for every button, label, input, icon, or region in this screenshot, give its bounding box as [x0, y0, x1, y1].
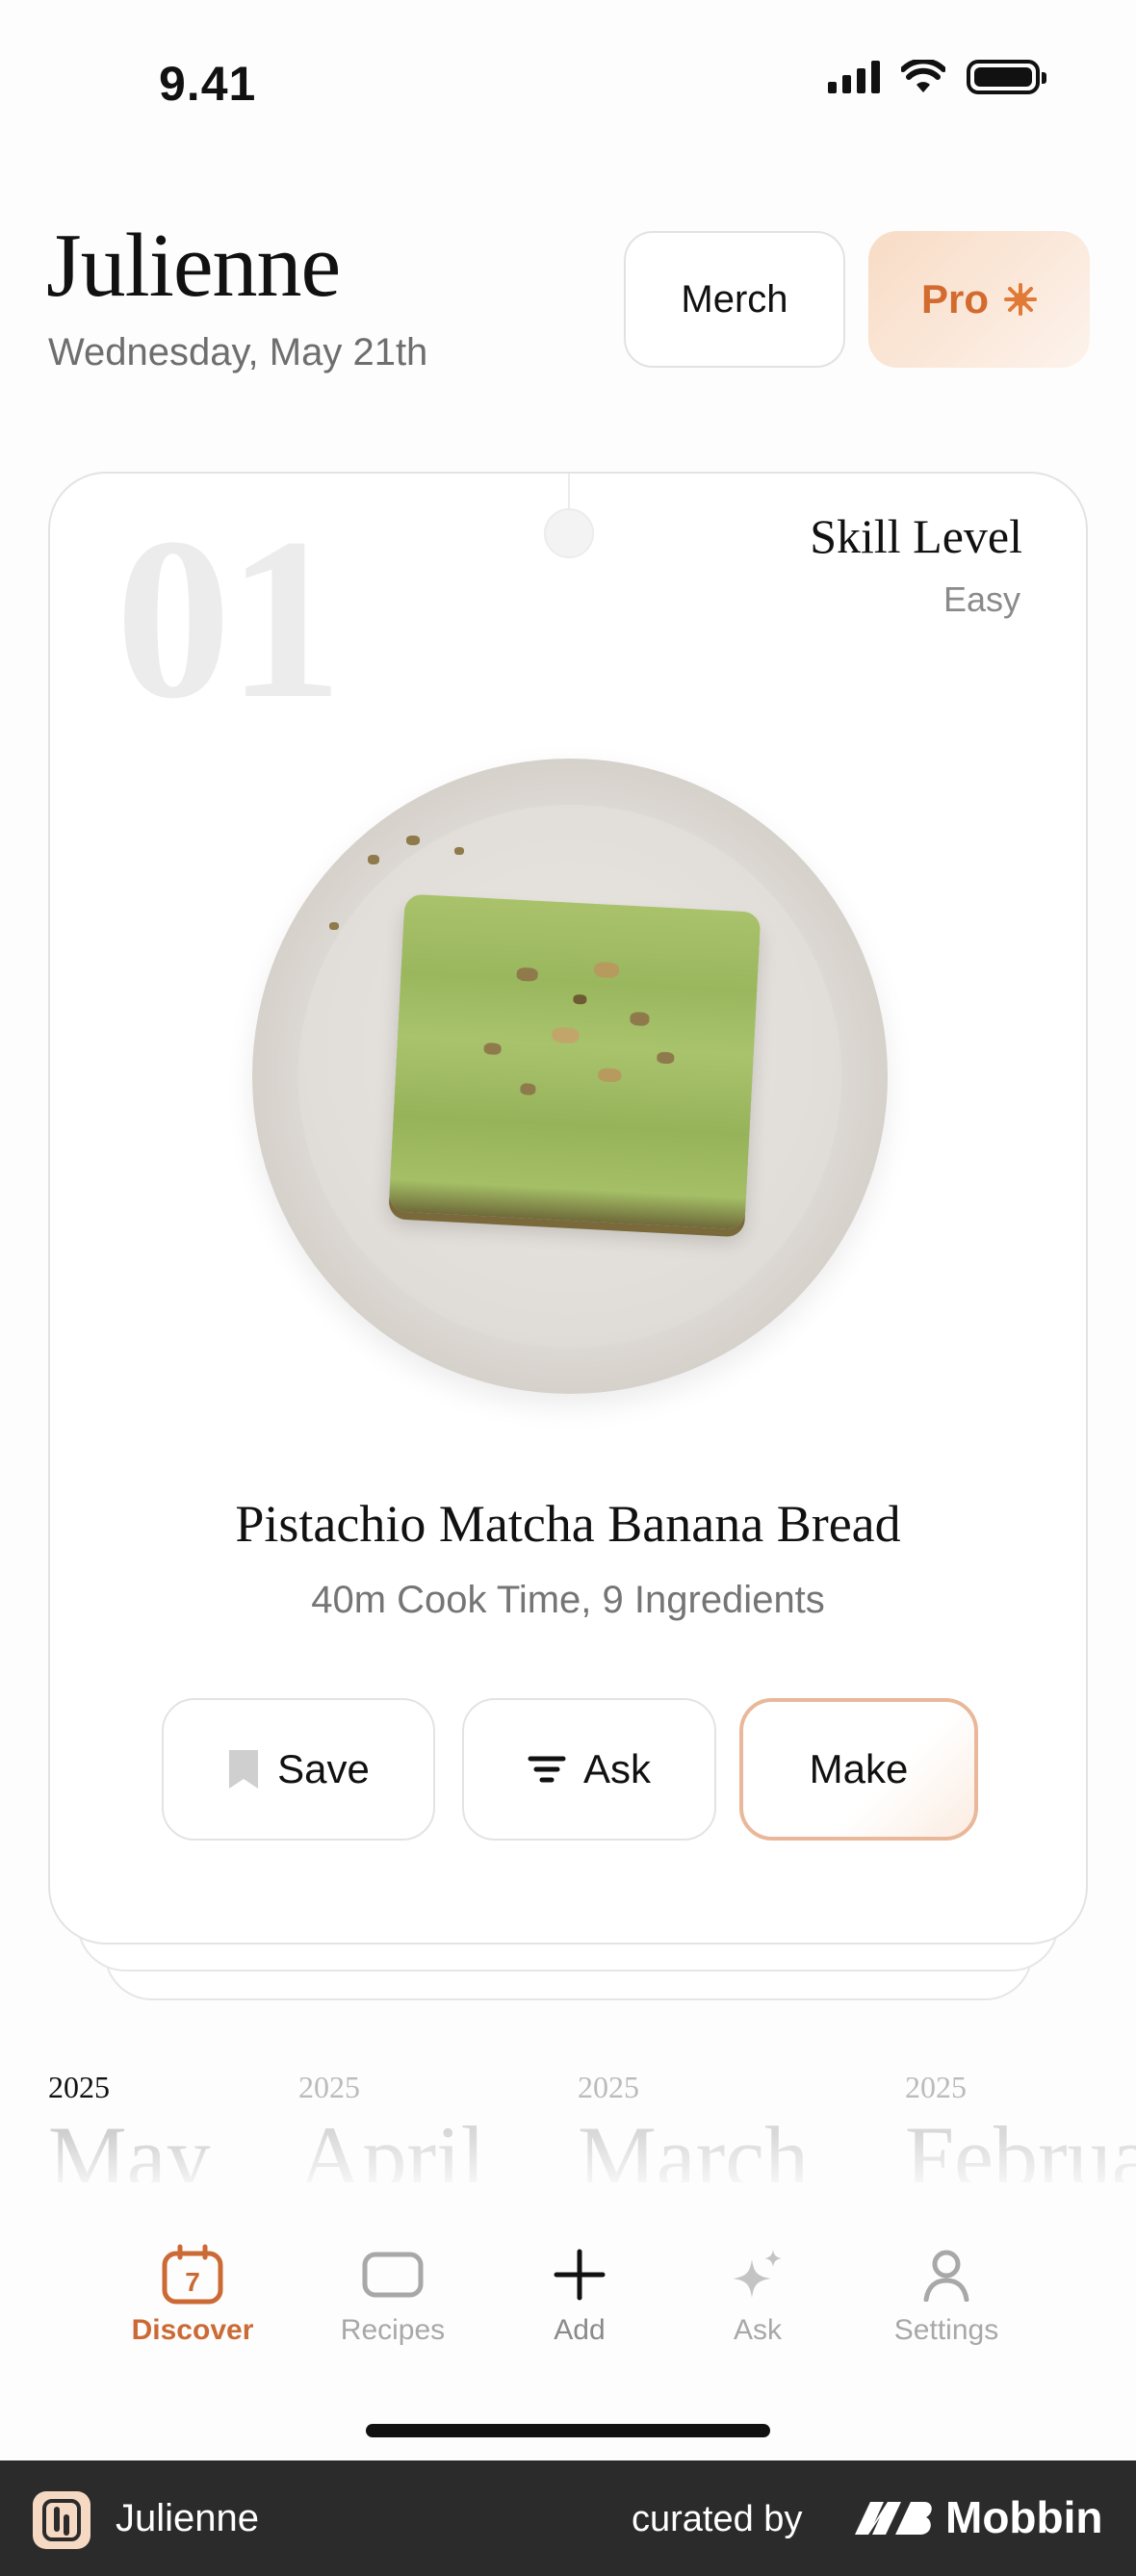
skill-level-value: Easy: [942, 580, 1020, 619]
pro-button-label: Pro: [920, 276, 989, 322]
tab-label: Settings: [893, 2314, 999, 2346]
mobbin-brand[interactable]: Mobbin: [853, 2491, 1103, 2543]
recipe-card[interactable]: 01 Skill Level Easy Pistachio Matcha Ban…: [48, 472, 1088, 1945]
merch-button[interactable]: Merch: [624, 231, 845, 368]
recipe-image: [252, 759, 888, 1394]
merch-button-label: Merch: [681, 277, 788, 321]
month-year: 2025: [905, 2070, 967, 2104]
tab-recipes[interactable]: Recipes: [311, 2243, 475, 2347]
tab-discover[interactable]: 7 Discover: [111, 2243, 274, 2347]
tab-label: Add: [554, 2314, 606, 2346]
battery-icon: [967, 60, 1046, 94]
save-button-label: Save: [277, 1746, 370, 1791]
pro-button[interactable]: Pro: [868, 231, 1090, 368]
footer-bar: Julienne curated by Mobbin: [0, 2460, 1136, 2576]
month-year: 2025: [298, 2070, 360, 2104]
tab-add[interactable]: Add: [498, 2243, 661, 2347]
tab-label: Discover: [131, 2314, 254, 2346]
mobbin-brand-label: Mobbin: [945, 2492, 1103, 2542]
sun-burst-icon: [1004, 283, 1037, 316]
save-button[interactable]: Save: [162, 1698, 435, 1841]
card-pin: [544, 508, 594, 558]
status-icons: [828, 60, 1046, 94]
make-button[interactable]: Make: [739, 1698, 978, 1841]
status-time: 9.41: [159, 57, 257, 111]
home-indicator[interactable]: [366, 2424, 770, 2437]
bookmark-icon: [229, 1750, 259, 1789]
calendar-badge: 7: [185, 2267, 200, 2297]
recipe-meta: 40m Cook Time, 9 Ingredients: [311, 1579, 825, 1621]
cellular-signal-icon: [828, 61, 880, 93]
make-button-label: Make: [809, 1746, 909, 1791]
filter-lines-icon: [528, 1756, 566, 1783]
card-icon: [362, 2252, 424, 2298]
ask-button[interactable]: Ask: [462, 1698, 716, 1841]
mobbin-logo-icon: [855, 2502, 932, 2535]
app-title: Julienne: [46, 216, 341, 316]
calendar-icon: 7: [162, 2244, 223, 2305]
card-number: 01: [116, 490, 343, 746]
tab-ask[interactable]: Ask: [676, 2243, 839, 2347]
month-year: 2025: [48, 2070, 110, 2104]
skill-level-label: Skill Level: [810, 509, 1022, 563]
footer-curated-by: curated by: [632, 2499, 803, 2539]
month-year: 2025: [578, 2070, 639, 2104]
person-icon: [923, 2250, 969, 2302]
current-date: Wednesday, May 21th: [48, 331, 428, 374]
tab-label: Recipes: [340, 2314, 446, 2346]
footer-app-name: Julienne: [116, 2497, 260, 2539]
matcha-bread-illustration: [388, 893, 762, 1230]
month-fade-overlay: [0, 2132, 1136, 2228]
recipe-title: Pistachio Matcha Banana Bread: [235, 1495, 901, 1553]
tab-settings[interactable]: Settings: [865, 2243, 1028, 2347]
tab-label: Ask: [733, 2314, 782, 2346]
sparkle-icon: [733, 2250, 782, 2298]
wifi-icon: [901, 60, 945, 92]
ask-button-label: Ask: [582, 1746, 651, 1791]
julienne-logo-icon: [33, 2491, 90, 2549]
plus-icon: [554, 2249, 606, 2301]
